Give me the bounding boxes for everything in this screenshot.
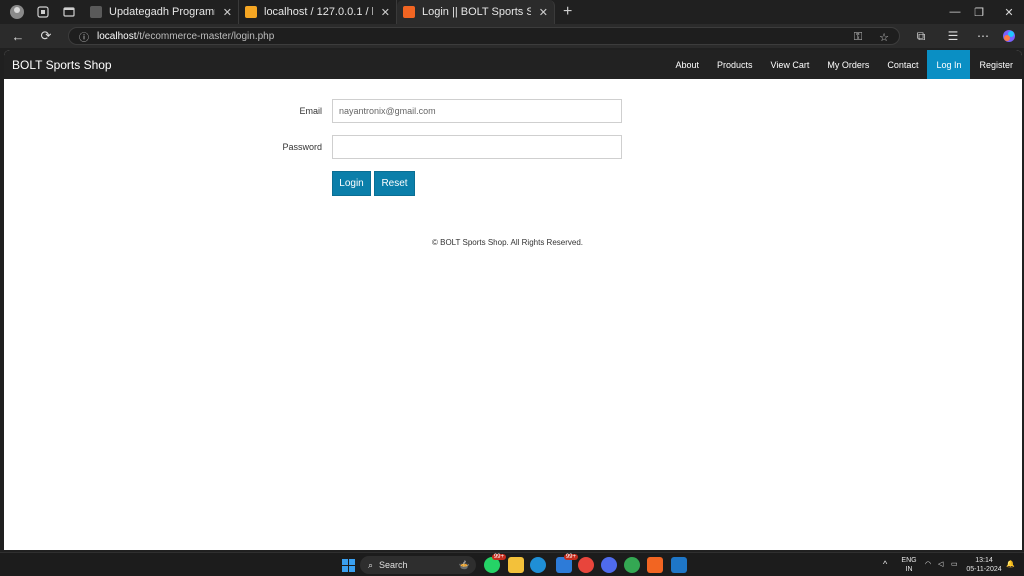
volume-icon[interactable]: ◁ [938,560,943,569]
url-host: localhost [97,30,137,42]
nav-links: About Products View Cart My Orders Conta… [666,50,1022,79]
xampp-icon[interactable] [647,557,663,573]
restore-button[interactable]: ❐ [962,0,996,24]
date-label: 05-11-2024 [966,566,1002,573]
footer-copyright: © BOLT Sports Shop. All Rights Reserved. [432,238,583,247]
favicon-icon [403,6,415,18]
login-button[interactable]: Login [332,171,371,196]
favicon-icon [245,6,257,18]
browser-window: Updategadh Programming - Upd ✕ localhost… [0,0,1024,576]
close-window-button[interactable]: ✕ [992,0,1024,24]
wifi-icon[interactable]: ◠ [925,560,931,569]
email-label: Email [299,106,322,116]
nav-contact[interactable]: Contact [878,50,927,79]
close-tab-icon[interactable]: ✕ [381,6,390,19]
nav-register[interactable]: Register [970,50,1022,79]
nav-view-cart[interactable]: View Cart [762,50,819,79]
password-label: Password [282,142,322,152]
key-icon[interactable]: ⚿ [847,28,869,46]
file-explorer-icon[interactable] [508,557,524,573]
tab-updategadh[interactable]: Updategadh Programming - Upd ✕ [84,0,239,24]
nav-about[interactable]: About [666,50,708,79]
favicon-icon [90,6,102,18]
back-button[interactable]: ← [4,24,32,48]
chrome-icon[interactable] [578,557,594,573]
chrome-profile-icon[interactable] [601,557,617,573]
nav-log-in[interactable]: Log In [927,50,971,79]
email-field[interactable]: nayantronix@gmail.com [332,99,622,123]
vscode-icon[interactable] [671,557,687,573]
whatsapp-icon[interactable]: 99+ [484,554,506,573]
tab-title: localhost / 127.0.0.1 / bolt | phpM [264,6,373,18]
language-label: ENG [901,557,917,564]
profile-avatar-icon[interactable] [8,3,26,21]
site-brand[interactable]: BOLT Sports Shop [4,58,112,72]
copilot-icon[interactable] [996,24,1022,48]
clock[interactable]: 13:14 05-11-2024 [964,556,1004,574]
app-icon[interactable]: 99+ [556,554,578,573]
reset-button[interactable]: Reset [374,171,415,196]
address-bar[interactable]: ⓘ localhost/t/ecommerce-master/login.php… [68,27,900,45]
close-tab-icon[interactable]: ✕ [223,6,232,19]
tab-title: Updategadh Programming - Upd [109,6,215,18]
tab-title: Login || BOLT Sports Shop [422,6,531,18]
battery-icon[interactable]: ▭ [951,560,958,569]
notification-bell-icon[interactable]: 🔔 [1006,560,1015,569]
extensions-icon[interactable]: ⧉ [908,24,934,48]
chrome-profile-2-icon[interactable] [624,557,640,573]
site-navbar: BOLT Sports Shop About Products View Car… [4,50,1022,79]
taskbar-search[interactable]: ⌕ Search 🍲 [360,556,476,574]
tab-phpmyadmin[interactable]: localhost / 127.0.0.1 / bolt | phpM ✕ [239,0,397,24]
tab-login[interactable]: Login || BOLT Sports Shop ✕ [397,0,555,24]
tab-actions-icon[interactable] [60,3,78,21]
language-indicator[interactable]: ENG IN [898,556,920,574]
search-icon: ⌕ [368,559,374,570]
edge-icon[interactable] [530,557,546,573]
password-field[interactable] [332,135,622,159]
nav-products[interactable]: Products [708,50,762,79]
more-menu-icon[interactable]: ⋯ [970,24,996,48]
favorites-icon[interactable]: ☰ [940,24,966,48]
nav-my-orders[interactable]: My Orders [818,50,878,79]
windows-start-icon[interactable] [340,557,356,573]
app-badge: 99+ [563,554,578,560]
whatsapp-badge: 99+ [491,554,506,560]
new-tab-button[interactable]: + [563,3,572,21]
url-path: /t/ecommerce-master/login.php [136,30,275,42]
region-label: IN [905,566,913,573]
time-label: 13:14 [975,557,993,564]
search-highlight-icon: 🍲 [458,559,470,570]
page-viewport: BOLT Sports Shop About Products View Car… [4,50,1022,550]
tab-bar: Updategadh Programming - Upd ✕ localhost… [0,0,1024,24]
info-icon[interactable]: ⓘ [79,29,89,44]
favorite-star-icon[interactable]: ☆ [873,28,895,46]
workspaces-icon[interactable] [34,3,52,21]
tray-chevron-icon[interactable]: ^ [883,560,887,569]
reload-button[interactable]: ⟳ [32,24,60,48]
search-label: Search [379,560,408,570]
close-tab-icon[interactable]: ✕ [539,6,548,19]
taskbar: ⌕ Search 🍲 99+ 99+ ^ ENG IN ◠ ◁ ▭ 13:14 … [0,552,1024,576]
